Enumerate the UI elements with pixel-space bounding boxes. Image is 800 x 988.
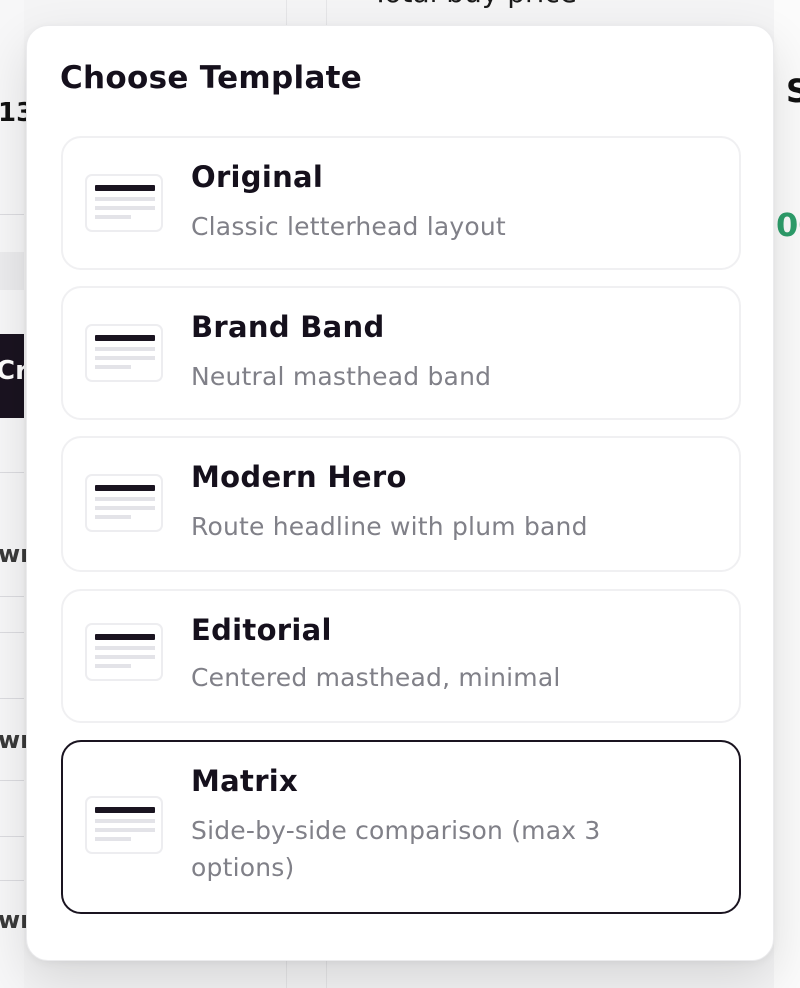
row-divider (0, 780, 24, 781)
create-button[interactable]: Cr (0, 334, 24, 418)
template-option-matrix[interactable]: Matrix Side-by-side comparison (max 3 op… (61, 740, 741, 914)
right-green-value: 00 (776, 206, 800, 244)
template-description: Centered masthead, minimal (191, 663, 561, 692)
template-name: Original (191, 160, 324, 194)
template-description: Side-by-side comparison (max 3 options) (191, 816, 601, 882)
template-option-brand-band[interactable]: Brand Band Neutral masthead band (61, 286, 741, 420)
total-buy-price-label: Total buy price (372, 0, 577, 9)
template-description: Route headline with plum band (191, 512, 588, 541)
right-panel (774, 0, 800, 988)
template-option-original[interactable]: Original Classic letterhead layout (61, 136, 741, 270)
template-thumbnail-icon (85, 796, 163, 854)
create-button-label: Cr (0, 356, 24, 386)
row-divider (0, 836, 24, 837)
choose-template-popover: Choose Template Original Classic letterh… (26, 25, 774, 961)
left-panel (0, 0, 24, 988)
row-divider (0, 214, 24, 215)
template-thumbnail-icon (85, 623, 163, 681)
template-thumbnail-icon (85, 324, 163, 382)
row-divider (0, 596, 24, 597)
template-name: Matrix (191, 764, 299, 798)
template-description: Neutral masthead band (191, 362, 492, 391)
row-divider (0, 880, 24, 881)
right-heading-fragment: S (786, 72, 800, 110)
row-divider (0, 632, 24, 633)
template-option-editorial[interactable]: Editorial Centered masthead, minimal (61, 589, 741, 723)
template-thumbnail-icon (85, 174, 163, 232)
template-name: Editorial (191, 613, 332, 647)
template-description: Classic letterhead layout (191, 212, 506, 241)
template-name: Brand Band (191, 310, 385, 344)
left-cell (0, 252, 24, 290)
template-option-modern-hero[interactable]: Modern Hero Route headline with plum ban… (61, 436, 741, 572)
template-name: Modern Hero (191, 460, 407, 494)
row-divider (0, 698, 24, 699)
popover-title: Choose Template (60, 60, 363, 96)
template-thumbnail-icon (85, 474, 163, 532)
row-divider (0, 472, 24, 473)
